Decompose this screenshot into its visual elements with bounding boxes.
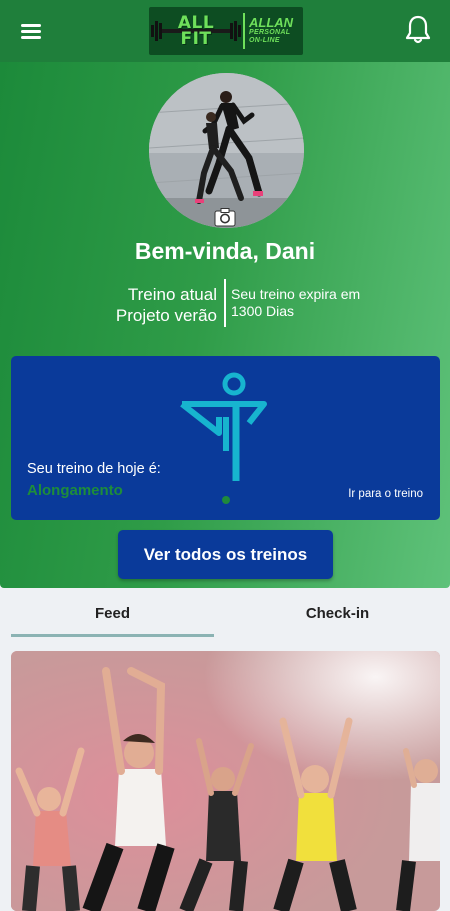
logo-allfit: ALL FIT — [149, 7, 243, 55]
logo-text: ALL FIT — [177, 13, 215, 49]
current-plan: Treino atual Projeto verão — [116, 284, 217, 326]
menu-icon[interactable] — [18, 18, 46, 46]
plan-divider — [224, 279, 226, 327]
carousel-dot[interactable] — [222, 496, 230, 504]
today-workout-name: Alongamento — [27, 482, 123, 499]
bell-icon[interactable] — [404, 14, 432, 46]
go-to-workout-link[interactable]: Ir para o treino — [348, 488, 423, 500]
feed-post-image[interactable] — [11, 651, 440, 911]
active-tab-indicator — [11, 634, 214, 637]
avatar[interactable] — [149, 73, 304, 228]
today-label: Seu treino de hoje é: — [27, 461, 161, 477]
app-bar: ALL FIT ALLAN PERSONAL ON-LINE — [0, 0, 450, 62]
tab-feed[interactable]: Feed — [0, 588, 225, 640]
today-workout-card[interactable]: Seu treino de hoje é: Alongamento Ir par… — [11, 356, 440, 520]
logo-subtitle: ALLAN PERSONAL ON-LINE — [249, 15, 294, 44]
greeting: Bem-vinda, Dani — [134, 238, 316, 264]
app-logo: ALL FIT ALLAN PERSONAL ON-LINE — [149, 7, 303, 55]
camera-icon[interactable] — [214, 207, 236, 227]
tab-bar: Feed Check-in — [0, 588, 450, 640]
see-all-workouts-button[interactable]: Ver todos os treinos — [118, 530, 333, 579]
plan-name: Projeto verão — [115, 306, 217, 325]
tab-checkin[interactable]: Check-in — [225, 588, 450, 640]
plan-label: Treino atual — [127, 285, 217, 304]
plan-expiry: Seu treino expira em 1300 Dias — [231, 286, 361, 319]
stretching-icon — [180, 372, 267, 481]
